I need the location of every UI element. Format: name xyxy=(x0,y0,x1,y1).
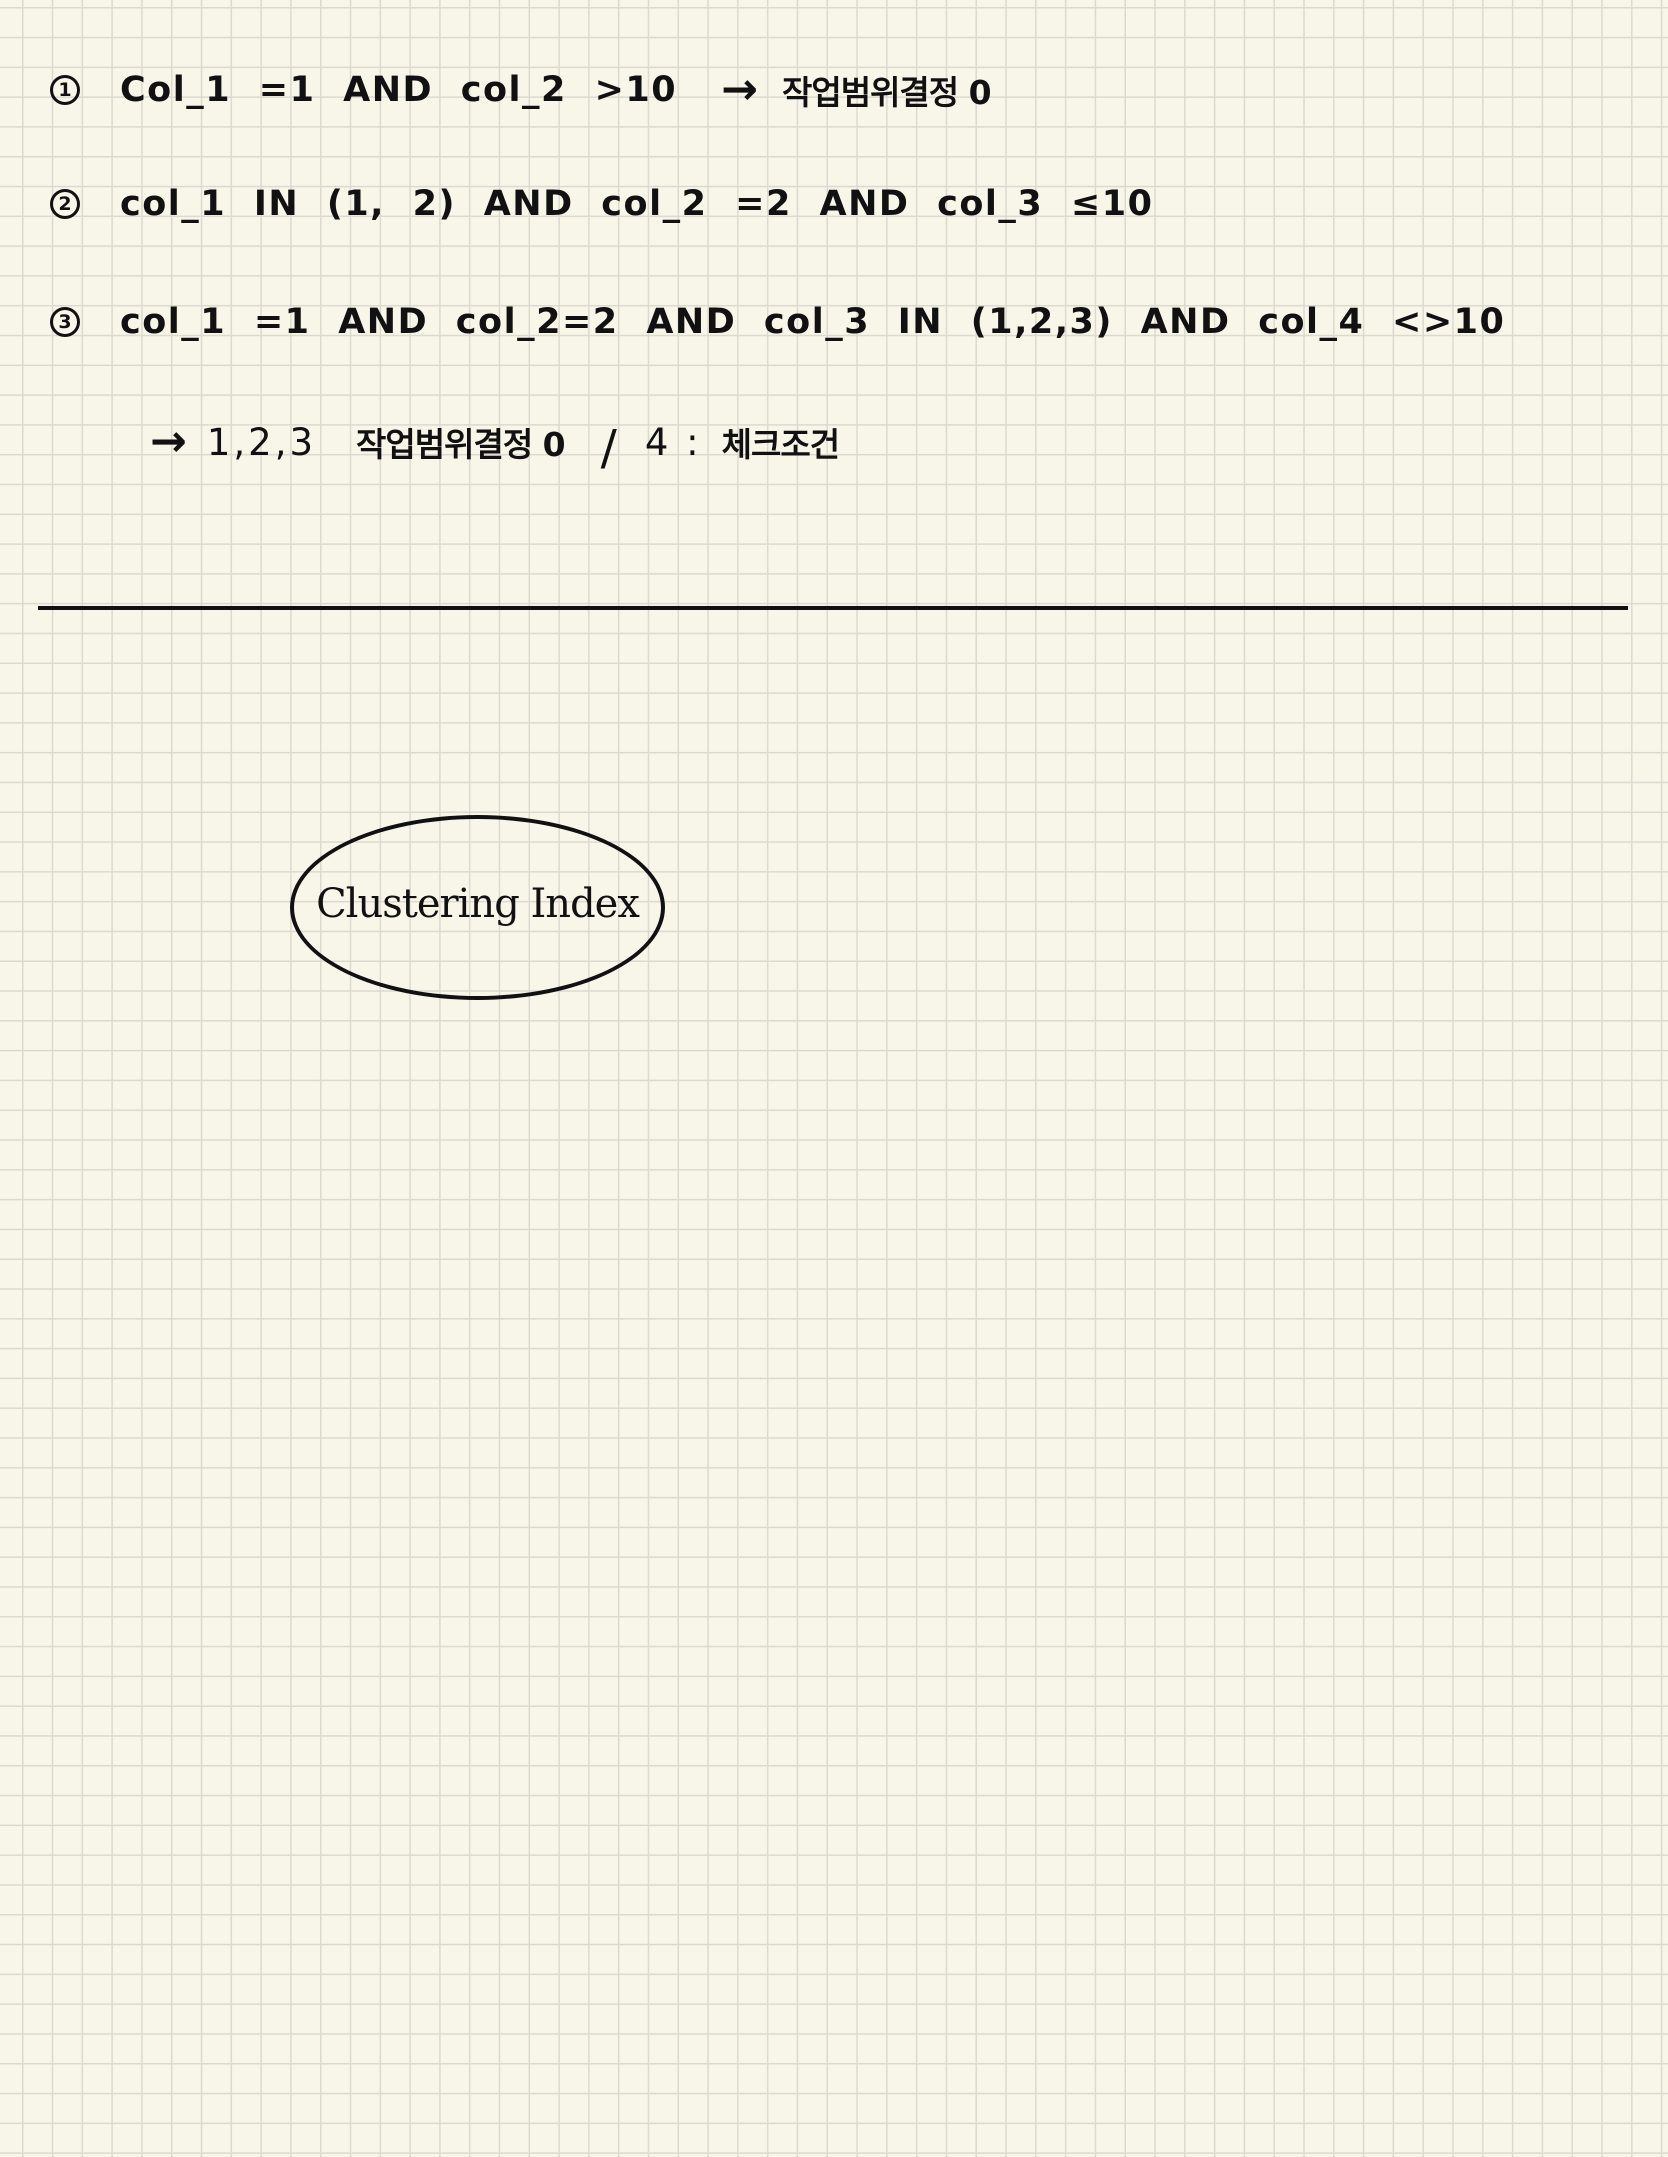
condition-expression-3: col_1 =1 AND col_2=2 AND col_3 IN (1,2,3… xyxy=(120,302,1506,342)
clustering-index-oval: Clustering Index xyxy=(290,815,665,1000)
range-decision-text-1: 작업범위결정 0 xyxy=(781,73,992,112)
note-line-followup: → 1,2,3 작업범위결정 0 / 4 : 체크조건 xyxy=(150,414,840,477)
circled-number-2: 2 xyxy=(50,189,80,219)
followup-item-4: 4 : xyxy=(644,420,702,464)
followup-items: 1,2,3 xyxy=(206,420,317,464)
handwritten-note-page: 1 Col_1 =1 AND col_2 >10 → 작업범위결정 0 2 co… xyxy=(0,0,1668,2157)
right-arrow-icon: → xyxy=(721,64,758,115)
horizontal-divider xyxy=(38,606,1628,610)
note-line-2: 2 col_1 IN (1, 2) AND col_2 =2 AND col_3… xyxy=(50,184,1153,224)
oval-label: Clustering Index xyxy=(316,880,640,927)
check-condition-text: 체크조건 xyxy=(721,425,840,464)
circled-number-3: 3 xyxy=(50,307,80,337)
right-arrow-icon: → xyxy=(150,416,187,467)
note-line-3: 3 col_1 =1 AND col_2=2 AND col_3 IN (1,2… xyxy=(50,302,1505,342)
condition-expression-1: Col_1 =1 AND col_2 >10 xyxy=(120,70,678,110)
range-decision-text-2: 작업범위결정 0 xyxy=(356,425,566,464)
slash-separator: / xyxy=(600,420,617,476)
condition-expression-2: col_1 IN (1, 2) AND col_2 =2 AND col_3 ≤… xyxy=(120,184,1154,224)
note-line-1: 1 Col_1 =1 AND col_2 >10 → 작업범위결정 0 xyxy=(50,64,992,115)
circled-number-1: 1 xyxy=(50,75,80,105)
